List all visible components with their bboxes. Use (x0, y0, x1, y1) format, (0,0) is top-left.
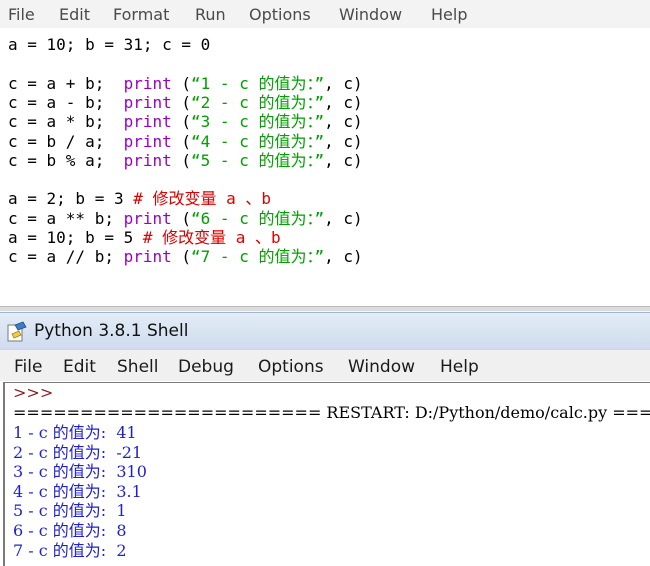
shell-menu-options[interactable]: Options (258, 357, 324, 377)
menu-options[interactable]: Options (249, 5, 311, 24)
code-line: c = a - b; print (“2 - c 的值为：”, c) (8, 93, 363, 112)
string-literal: “7 - c 的值为：” (191, 247, 325, 267)
code-text: , c) (324, 247, 363, 267)
code-line: c = b % a; print (“5 - c 的值为：”, c) (8, 151, 363, 170)
menu-window[interactable]: Window (339, 5, 402, 24)
shell-result-line: 6 - c 的值为: 8 (13, 521, 127, 540)
code-text: c = b / a; (8, 131, 124, 151)
string-literal: “5 - c 的值为：” (191, 150, 325, 170)
code-line: a = 10; b = 5 # 修改变量 a 、b (8, 228, 281, 247)
code-text: c = b % a; (8, 150, 124, 170)
shell-menu-edit[interactable]: Edit (63, 357, 96, 377)
shell-output-area[interactable]: >>> ======================= RESTART: D:/… (3, 382, 650, 566)
shell-result-line: 3 - c 的值为: 310 (13, 462, 147, 482)
menu-format[interactable]: Format (113, 5, 169, 24)
code-comment: # 修改变量 a 、b (133, 189, 272, 209)
string-literal: “4 - c 的值为：” (191, 131, 325, 151)
shell-menubar: File Edit Shell Debug Options Window Hel… (0, 349, 650, 381)
python-shell-icon (7, 321, 27, 342)
code-text: , c) (324, 131, 363, 151)
keyword-print: print (123, 92, 172, 112)
restart-banner: ======================= RESTART: D:/Pyth… (13, 403, 650, 422)
code-text: a = 2; b = 3 (8, 189, 134, 209)
code-text: , c) (324, 208, 363, 228)
code-text: ( (171, 131, 192, 151)
string-literal: “1 - c 的值为：” (191, 73, 325, 93)
shell-menu-help[interactable]: Help (440, 357, 479, 377)
shell-result-line: 5 - c 的值为: 1 (13, 501, 127, 521)
menu-run[interactable]: Run (195, 5, 226, 24)
shell-menu-shell[interactable]: Shell (117, 357, 158, 377)
string-literal: “2 - c 的值为：” (191, 92, 325, 112)
code-text: ( (171, 247, 192, 267)
code-text: a = 10; b = 31; c = 0 (8, 35, 211, 54)
code-text: c = a - b; (8, 92, 124, 112)
keyword-print: print (123, 208, 172, 228)
code-text: c = a ** b; (8, 208, 124, 228)
shell-menu-window[interactable]: Window (348, 357, 415, 377)
code-text: , c) (324, 150, 363, 170)
code-line: a = 2; b = 3 # 修改变量 a 、b (8, 189, 271, 208)
code-text: ( (171, 112, 192, 132)
code-text: , c) (324, 92, 363, 112)
shell-titlebar[interactable]: Python 3.8.1 Shell (0, 312, 650, 349)
code-text: c = a * b; (8, 112, 124, 132)
shell-menu-file[interactable]: File (14, 357, 42, 377)
code-line: c = a + b; print (“1 - c 的值为：”, c) (8, 74, 363, 93)
code-line: c = b / a; print (“4 - c 的值为：”, c) (8, 132, 363, 151)
code-text: ( (171, 92, 192, 112)
menu-edit[interactable]: Edit (59, 5, 90, 24)
menu-help[interactable]: Help (431, 5, 467, 24)
string-literal: “6 - c 的值为：” (191, 208, 325, 228)
code-line: a = 10; b = 31; c = 0 (8, 35, 210, 54)
code-text: ( (171, 73, 192, 93)
shell-result-line: 7 - c 的值为: 2 (13, 540, 127, 560)
code-text: , c) (324, 73, 363, 93)
keyword-print: print (123, 131, 172, 151)
keyword-print: print (123, 112, 172, 132)
shell-prompt: >>> (13, 383, 54, 402)
code-line: c = a // b; print (“7 - c 的值为：”, c) (8, 247, 363, 266)
shell-window-title: Python 3.8.1 Shell (34, 321, 189, 341)
code-text: a = 10; b = 5 (8, 228, 143, 247)
code-text: c = a + b; (8, 73, 124, 93)
shell-result-line: 1 - c 的值为: 41 (13, 423, 137, 442)
code-line: c = a ** b; print (“6 - c 的值为：”, c) (8, 209, 363, 228)
shell-result-line: 4 - c 的值为: 3.1 (13, 481, 142, 501)
shell-menu-debug[interactable]: Debug (178, 357, 234, 377)
keyword-print: print (123, 247, 172, 267)
shell-result-line: 2 - c 的值为: -21 (13, 442, 143, 462)
code-text: c = a // b; (8, 247, 124, 267)
keyword-print: print (123, 73, 172, 93)
code-text: ( (171, 150, 192, 170)
code-text: ( (171, 208, 192, 228)
keyword-print: print (123, 150, 172, 170)
code-text: , c) (324, 112, 363, 132)
menu-file[interactable]: File (8, 5, 35, 24)
editor-menubar: File Edit Format Run Options Window Help (0, 0, 650, 28)
code-comment: # 修改变量 a 、b (142, 228, 281, 247)
string-literal: “3 - c 的值为：” (191, 112, 325, 132)
code-line: c = a * b; print (“3 - c 的值为：”, c) (8, 112, 363, 131)
code-editor[interactable]: a = 10; b = 31; c = 0c = a + b; print (“… (0, 28, 650, 306)
